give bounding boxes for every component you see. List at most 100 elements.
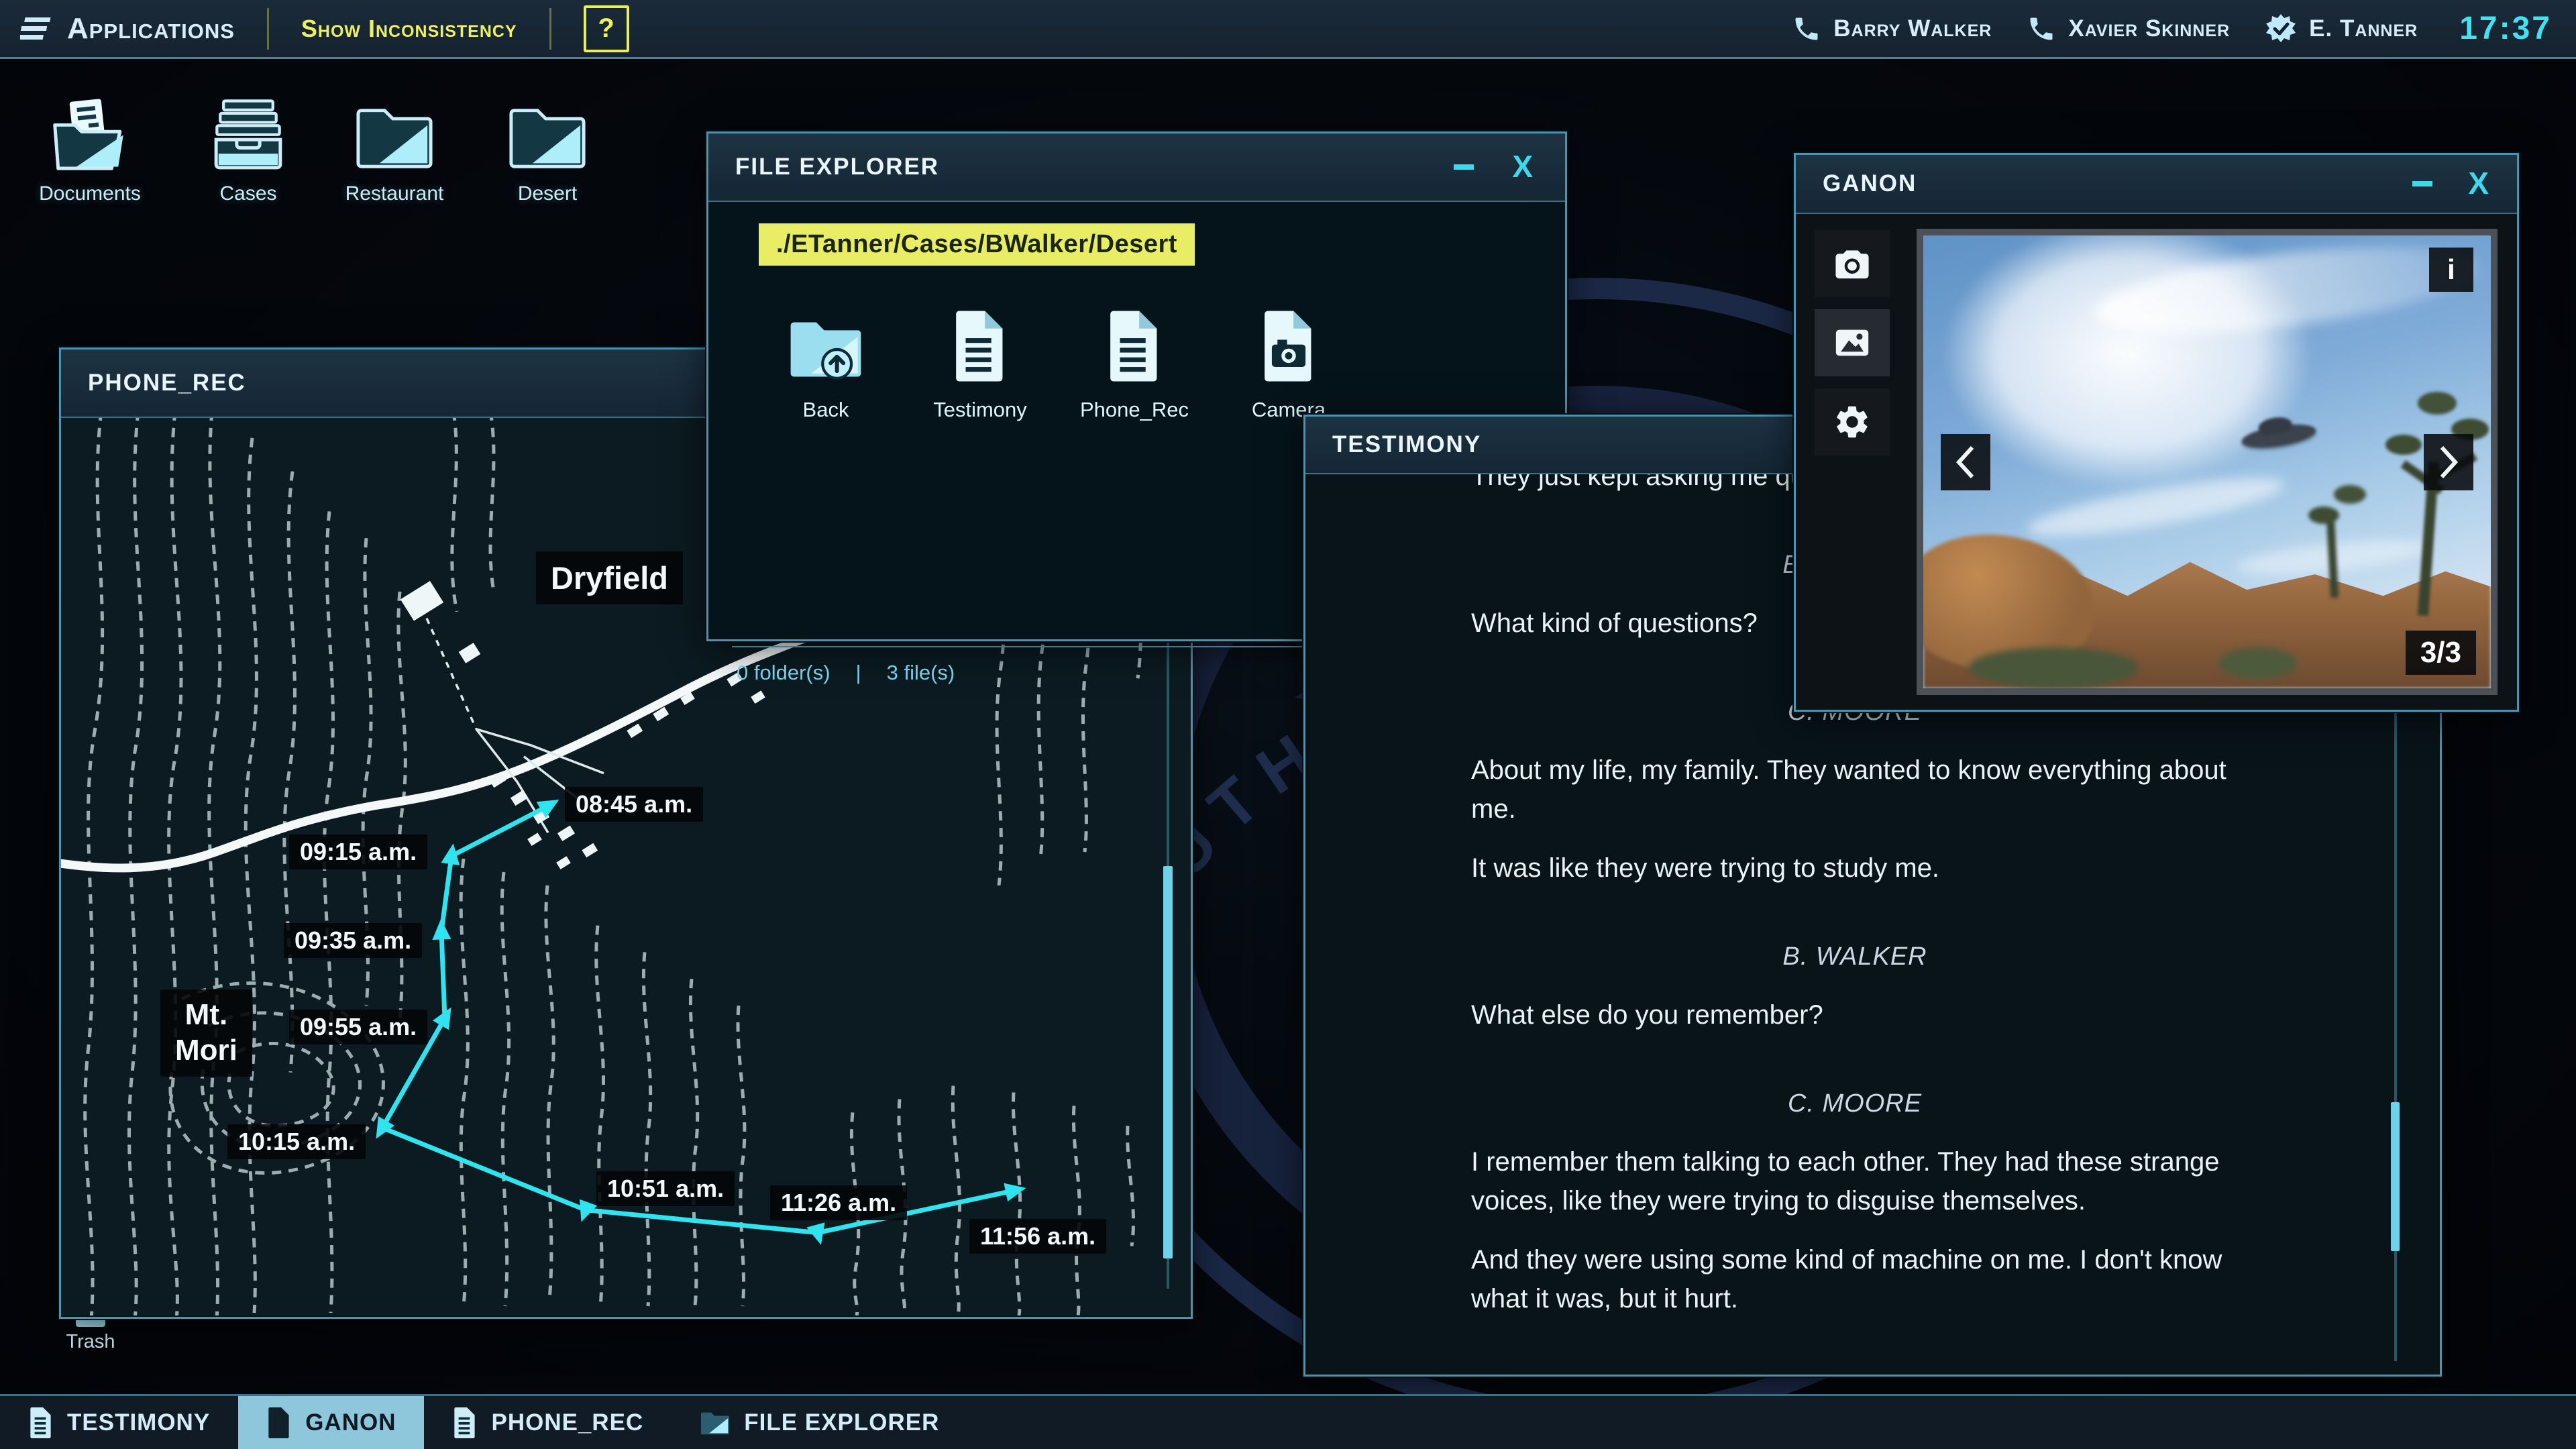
folder-up-icon [790,322,861,380]
file-item-back[interactable]: Back [749,303,903,422]
desktop-icon-cases[interactable]: Cases [189,94,307,205]
map-label-mt-mori: Mt. Mori [160,989,252,1077]
document-icon [30,1407,51,1438]
show-inconsistency-button[interactable]: Show Inconsistency [301,15,517,43]
photo-info-button[interactable]: i [2429,248,2473,292]
status-bar: 0 folder(s) | 3 file(s) [737,661,955,685]
applications-menu[interactable]: Applications [20,12,235,46]
desktop-icon-label: Documents [39,182,141,205]
desktop-icon-documents[interactable]: Documents [31,94,149,205]
contact-name: Barry Walker [1833,15,1992,42]
map-time-1051: 10:51 a.m. [596,1171,735,1206]
document-icon [268,1407,289,1438]
testimony-line: About my life, my family. They wanted to… [1471,755,2226,824]
map-time-0935: 09:35 a.m. [284,923,423,958]
ganon-title-bar[interactable]: GANON X [1796,155,2517,214]
contact-xavier-skinner[interactable]: Xavier Skinner [2027,14,2230,44]
camera-icon [1835,250,1869,279]
chevron-right-icon [2440,445,2459,478]
phone-icon [1795,17,1818,40]
photo-counter: 3/3 [2405,631,2476,675]
taskbar-item-testimony[interactable]: TESTIMONY [0,1396,238,1449]
folder-icon [356,109,433,168]
minimize-button[interactable] [1454,164,1474,170]
close-button[interactable]: X [1512,151,1533,182]
previous-photo-button[interactable] [1941,433,1990,490]
photo-joshua-tree [2299,464,2366,598]
map-time-0915: 09:15 a.m. [289,835,428,869]
taskbar-item-file-explorer[interactable]: FILE EXPLORER [672,1396,967,1449]
testimony-scrollbar-thumb[interactable] [2391,1102,2400,1251]
window-title: PHONE_REC [88,370,246,396]
testimony-line: What else do you remember? [1471,1000,1823,1030]
desktop-icon-restaurant[interactable]: Restaurant [335,94,453,205]
window-ganon: GANON X i 3/3 [1794,153,2519,712]
gallery-mode-button[interactable] [1815,309,1890,376]
file-item-label: Phone_Rec [1079,398,1189,421]
top-bar: Applications Show Inconsistency ? Barry … [0,0,2576,59]
testimony-speaker: B. WALKER [1471,1369,2239,1373]
document-icon [454,1407,476,1438]
document-icon [1110,311,1157,382]
contact-barry-walker[interactable]: Barry Walker [1792,14,1992,44]
taskbar-item-ganon[interactable]: GANON [238,1396,425,1449]
taskbar: TESTIMONY GANON PHONE_REC FILE EXPLORER [0,1394,2576,1449]
testimony-line: I remember them talking to each other. T… [1471,1147,2220,1216]
file-explorer-title-bar[interactable]: FILE EXPLORER X [708,133,1565,202]
file-item-phone-rec[interactable]: Phone_Rec [1057,303,1212,422]
file-item-label: Testimony [933,398,1027,421]
clock: 17:37 [2459,11,2552,46]
testimony-line: It was like they were trying to study me… [1471,853,1940,883]
topbar-separator [549,7,551,50]
gallery-icon [1835,329,1869,356]
desert-ufo-photo: i 3/3 [1923,235,2491,688]
photo-shrubs [1968,647,2139,688]
taskbar-item-label: TESTIMONY [67,1409,211,1436]
taskbar-item-phone-rec[interactable]: PHONE_REC [424,1396,672,1449]
window-title: FILE EXPLORER [735,154,940,180]
map-time-1156: 11:56 a.m. [969,1219,1107,1254]
contact-name: Xavier Skinner [2068,15,2231,42]
help-button[interactable]: ? [583,5,629,52]
topbar-separator [266,7,269,50]
contact-name: E. Tanner [2309,15,2418,42]
camera-mode-button[interactable] [1815,230,1890,297]
photo-joshua-tree [2379,374,2489,616]
contact-e-tanner[interactable]: E. Tanner [2265,13,2418,45]
map-label-dryfield: Dryfield [536,551,683,604]
folder-icon [509,109,586,168]
gear-icon [1837,406,1868,438]
testimony-speaker: B. WALKER [1782,943,1927,971]
taskbar-item-label: GANON [305,1409,396,1436]
badge-icon [2266,13,2296,42]
desktop-icon-label: Desert [517,182,578,205]
close-button[interactable]: X [2468,168,2489,199]
taskbar-item-label: FILE EXPLORER [744,1409,940,1436]
open-folder-documents-icon [53,99,123,170]
folder-icon [701,1412,730,1434]
map-time-0845: 08:45 a.m. [565,787,704,822]
photo-shrubs [2218,647,2298,680]
desktop-icon-label: Restaurant [345,182,444,205]
image-document-icon [1265,311,1311,382]
testimony-line: And they were using some kind of machine… [1471,1245,2222,1314]
file-item-label: Back [802,398,849,421]
status-files: 3 file(s) [886,661,955,684]
file-item-testimony[interactable]: Testimony [903,303,1057,422]
taskbar-item-label: PHONE_REC [491,1409,644,1436]
file-item-camera[interactable]: Camera [1212,303,1366,422]
status-divider: | [855,661,861,684]
minimize-button[interactable] [2412,181,2432,186]
document-icon [956,311,1003,382]
settings-button[interactable] [1815,388,1890,455]
map-time-1015: 10:15 a.m. [227,1124,366,1159]
path-bar[interactable]: ./ETanner/Cases/BWalker/Desert [759,223,1195,266]
map-scrollbar-thumb[interactable] [1163,866,1173,1258]
map-time-1126: 11:26 a.m. [770,1185,908,1220]
phone-icon [2030,17,2053,40]
ganon-sidebar [1805,230,1899,468]
next-photo-button[interactable] [2424,433,2473,490]
desktop-icon-label: Cases [219,182,277,205]
desktop-icon-desert[interactable]: Desert [488,94,606,205]
archive-tray-icon [214,99,282,170]
